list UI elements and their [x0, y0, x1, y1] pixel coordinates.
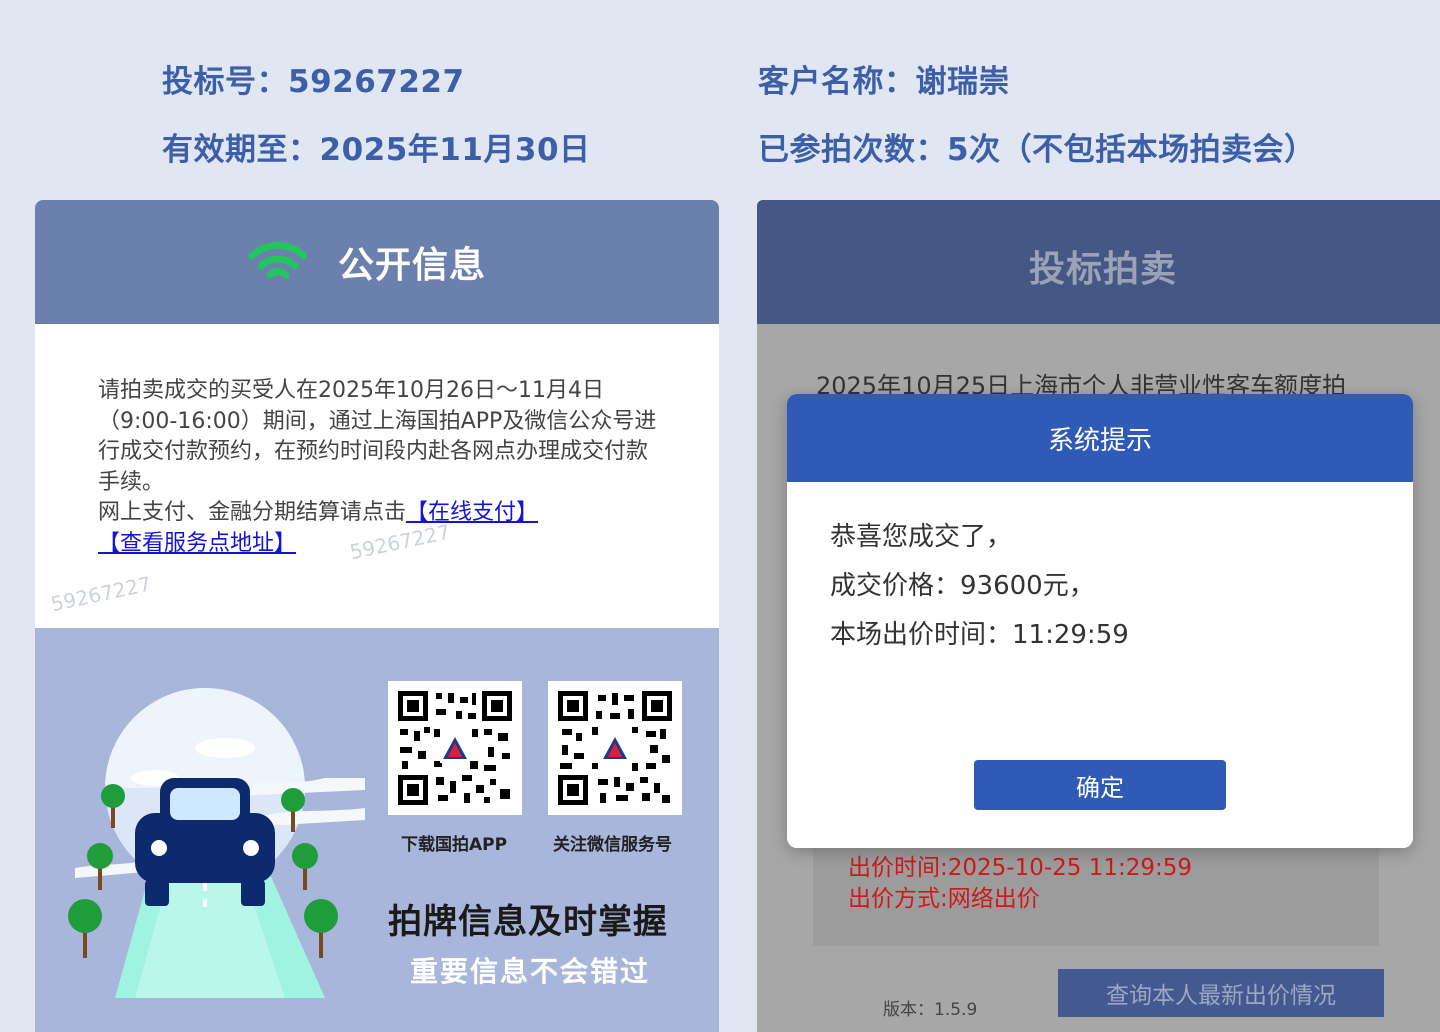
notice-paragraph: 请拍卖成交的买受人在2025年10月26日～11月4日（9:00-16:00）期…: [98, 378, 657, 495]
online-pay-link[interactable]: 【在线支付】: [406, 500, 538, 525]
confirm-button[interactable]: 确定: [974, 760, 1226, 810]
wechat-qr-caption: 关注微信服务号: [553, 835, 672, 855]
promo-title: 拍牌信息及时掌握: [388, 902, 668, 942]
wifi-icon: [249, 241, 307, 279]
app-qr-caption: 下载国拍APP: [401, 835, 508, 855]
bid-time: 出价时间:2025-10-25 11:29:59: [848, 855, 1193, 881]
system-prompt-dialog: 系统提示 恭喜您成交了， 成交价格：93600元， 本场出价时间：11:29:5…: [787, 394, 1413, 848]
promo-subtitle: 重要信息不会错过: [410, 955, 651, 988]
bid-time-text: 本场出价时间：11:29:59: [830, 620, 1129, 650]
version-label: 版本：1.5.9: [883, 1000, 978, 1020]
watermark: 59267227: [48, 571, 154, 617]
bid-number: 投标号：59267227: [162, 64, 465, 100]
congrats-text: 恭喜您成交了，: [830, 522, 1013, 552]
qr-code-icon: [396, 689, 514, 807]
query-latest-bid-button[interactable]: 查询本人最新出价情况: [1058, 969, 1384, 1017]
promo-banner: 下载国拍APP 关注微信服务号 拍牌信息及时掌握 重要信息不会错过: [35, 628, 719, 1032]
valid-until: 有效期至：2025年11月30日: [162, 132, 591, 168]
public-info-panel: 公开信息 请拍卖成交的买受人在2025年10月26日～11月4日（9:00-16…: [35, 200, 719, 1032]
participation-count: 已参拍次数：5次（不包括本场拍卖会）: [758, 132, 1316, 168]
auction-title: 投标拍卖: [1029, 249, 1178, 290]
qr-code-icon: [556, 689, 674, 807]
app-qr-code: [388, 681, 522, 815]
public-info-header: 公开信息: [35, 200, 719, 324]
dialog-header: 系统提示: [787, 394, 1413, 482]
bid-method: 出价方式:网络出价: [848, 886, 1040, 912]
deal-price: 成交价格：93600元，: [830, 571, 1095, 601]
service-location-link[interactable]: 【查看服务点地址】: [98, 531, 296, 556]
public-info-title: 公开信息: [338, 245, 487, 286]
notice-pay-text: 网上支付、金融分期结算请点击: [98, 500, 407, 525]
dialog-title: 系统提示: [1047, 426, 1152, 456]
wechat-qr-code: [548, 681, 682, 815]
customer-name: 客户名称：谢瑞崇: [758, 64, 1010, 100]
car-road-illustration: [68, 688, 365, 998]
auction-header: 投标拍卖: [757, 200, 1440, 324]
notice-text: 请拍卖成交的买受人在2025年10月26日～11月4日（9:00-16:00）期…: [98, 376, 658, 559]
